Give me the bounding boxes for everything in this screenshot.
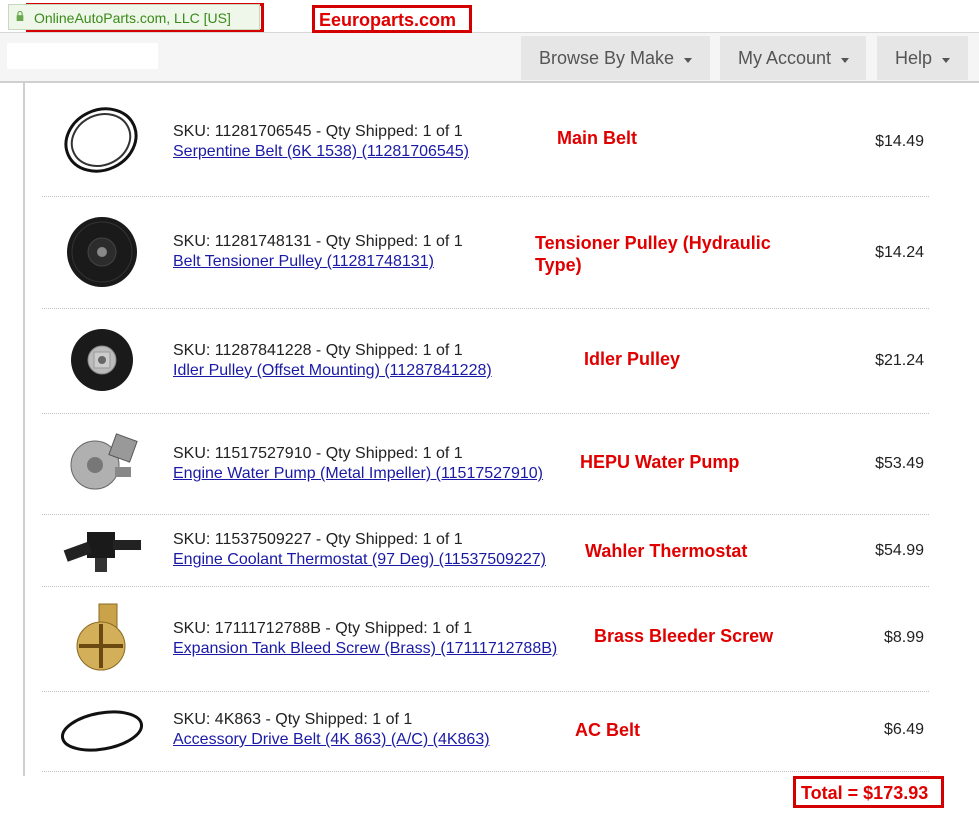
order-item-row: SKU: 11287841228 - Qty Shipped: 1 of 1 I… — [42, 308, 929, 414]
my-account-label: My Account — [738, 48, 832, 68]
order-item-row: SKU: 17111712788B - Qty Shipped: 1 of 1 … — [42, 586, 929, 692]
site-annotation-text: Eeuroparts.com — [319, 10, 457, 30]
order-item-row: SKU: 11517527910 - Qty Shipped: 1 of 1 E… — [42, 413, 929, 515]
tensioner-pulley-icon[interactable] — [57, 212, 147, 292]
order-item-row: SKU: 11281748131 - Qty Shipped: 1 of 1 B… — [42, 196, 929, 309]
product-link[interactable]: Idler Pulley (Offset Mounting) (11287841… — [173, 362, 492, 380]
address-bar[interactable]: OnlineAutoParts.com, LLC [US] — [0, 0, 979, 33]
item-sku: SKU: 11517527910 - Qty Shipped: 1 of 1 — [173, 445, 463, 462]
water-pump-icon[interactable] — [57, 423, 147, 503]
item-price: $53.49 — [875, 455, 924, 472]
item-price: $14.24 — [875, 244, 924, 261]
order-item-row: SKU: 11281706545 - Qty Shipped: 1 of 1 S… — [42, 88, 929, 197]
total-annotation-text: Total = $173.93 — [801, 783, 929, 803]
product-link[interactable]: Serpentine Belt (6K 1538) (11281706545) — [173, 143, 469, 161]
site-annotation: Eeuroparts.com — [312, 5, 472, 33]
product-link[interactable]: Engine Water Pump (Metal Impeller) (1151… — [173, 465, 543, 483]
ac-belt-icon[interactable] — [57, 691, 147, 771]
order-item-row: SKU: 11537509227 - Qty Shipped: 1 of 1 E… — [42, 514, 929, 587]
item-sku: SKU: 11287841228 - Qty Shipped: 1 of 1 — [173, 342, 463, 359]
browse-by-make-button[interactable]: Browse By Make — [521, 36, 710, 80]
bleed-screw-icon[interactable] — [57, 598, 147, 678]
secure-identity-badge[interactable]: OnlineAutoParts.com, LLC [US] — [8, 4, 260, 30]
product-link[interactable]: Expansion Tank Bleed Screw (Brass) (1711… — [173, 640, 557, 658]
serpentine-belt-icon[interactable] — [57, 100, 147, 180]
item-price: $21.24 — [875, 352, 924, 369]
product-link[interactable]: Belt Tensioner Pulley (11281748131) — [173, 253, 434, 271]
order-item-row: SKU: 4K863 - Qty Shipped: 1 of 1 Accesso… — [42, 691, 929, 772]
item-annotation: HEPU Water Pump — [580, 452, 740, 472]
item-annotation: Brass Bleeder Screw — [594, 626, 774, 646]
product-link[interactable]: Engine Coolant Thermostat (97 Deg) (1153… — [173, 551, 546, 569]
item-sku: SKU: 11281748131 - Qty Shipped: 1 of 1 — [173, 233, 463, 250]
idler-pulley-icon[interactable] — [57, 320, 147, 400]
thermostat-icon[interactable] — [57, 510, 147, 590]
top-nav: Browse By Make My Account Help — [0, 33, 979, 83]
help-button[interactable]: Help — [877, 36, 968, 80]
item-price: $54.99 — [875, 542, 924, 559]
item-sku: SKU: 4K863 - Qty Shipped: 1 of 1 — [173, 711, 413, 728]
item-sku: SKU: 11281706545 - Qty Shipped: 1 of 1 — [173, 123, 463, 140]
chevron-down-icon — [942, 58, 950, 63]
item-annotation: Wahler Thermostat — [585, 541, 748, 561]
item-sku: SKU: 17111712788B - Qty Shipped: 1 of 1 — [173, 620, 473, 637]
site-logo-area — [7, 43, 158, 69]
chevron-down-icon — [841, 58, 849, 63]
item-sku: SKU: 11537509227 - Qty Shipped: 1 of 1 — [173, 531, 463, 548]
item-price: $8.99 — [883, 629, 924, 646]
browse-by-make-label: Browse By Make — [539, 48, 675, 68]
my-account-button[interactable]: My Account — [720, 36, 866, 80]
secure-identity-label: OnlineAutoParts.com, LLC [US] — [34, 10, 231, 26]
help-label: Help — [895, 48, 933, 68]
item-annotation: Tensioner Pulley (Hydraulic Type) — [535, 233, 771, 275]
chevron-down-icon — [684, 58, 692, 63]
item-annotation: Idler Pulley — [584, 349, 681, 369]
product-link[interactable]: Accessory Drive Belt (4K 863) (A/C) (4K8… — [173, 731, 490, 749]
item-annotation: Main Belt — [557, 128, 638, 148]
total-annotation: Total = $173.93 — [793, 776, 944, 808]
lock-icon — [16, 11, 24, 21]
item-price: $14.49 — [875, 133, 924, 150]
item-price: $6.49 — [883, 721, 924, 738]
content-left-border — [23, 83, 25, 776]
item-annotation: AC Belt — [575, 720, 641, 740]
